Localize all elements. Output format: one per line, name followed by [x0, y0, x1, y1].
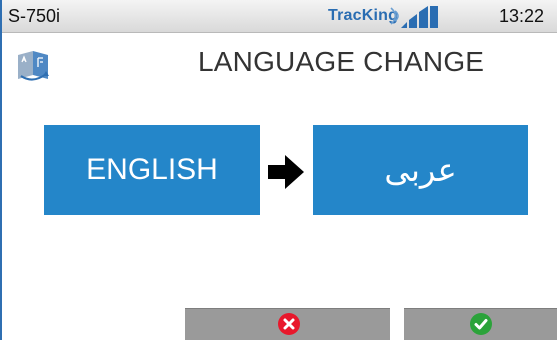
- current-language-tile: ENGLISH: [44, 125, 260, 215]
- check-circle-icon: [470, 313, 492, 335]
- status-bar: S-750i TracKing 13:22: [2, 0, 557, 33]
- clock: 13:22: [499, 6, 545, 26]
- brand-area: TracKing: [328, 0, 448, 32]
- current-language-label: ENGLISH: [86, 153, 218, 186]
- confirm-button[interactable]: [404, 308, 557, 340]
- device-screen: S-750i TracKing 13:22 LANGUAGE CHANGE EN…: [0, 0, 557, 340]
- new-language-tile[interactable]: عربى: [313, 125, 528, 215]
- new-language-label: عربى: [384, 152, 457, 188]
- close-circle-icon: [278, 313, 300, 335]
- arrow-right-icon: [268, 155, 304, 189]
- cancel-button[interactable]: [185, 308, 390, 340]
- language-translate-icon: [18, 51, 49, 81]
- signal-strength-icon: [401, 6, 438, 28]
- device-name: S-750i: [8, 6, 61, 26]
- page-title: LANGUAGE CHANGE: [198, 46, 485, 77]
